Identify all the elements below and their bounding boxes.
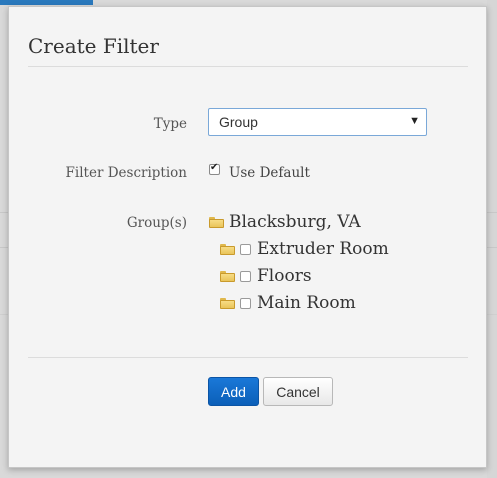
- chevron-down-icon: ▼: [409, 115, 420, 127]
- tree-root-label[interactable]: Blacksburg, VA: [229, 212, 361, 232]
- dialog-title: Create Filter: [28, 34, 159, 58]
- filter-description-label: Filter Description: [65, 165, 187, 181]
- tree-item-label[interactable]: Main Room: [257, 293, 356, 313]
- background-page-edge: [487, 0, 497, 478]
- header-divider: [28, 66, 468, 67]
- tree-item-label[interactable]: Extruder Room: [257, 239, 389, 259]
- folder-icon: [220, 271, 235, 282]
- type-label: Type: [153, 116, 187, 132]
- footer-divider: [28, 357, 468, 358]
- cancel-button[interactable]: Cancel: [263, 377, 333, 406]
- folder-icon: [209, 217, 224, 228]
- tree-item-label[interactable]: Floors: [257, 266, 312, 286]
- type-select-value: Group: [219, 114, 258, 130]
- create-filter-dialog: Create Filter Type Group ▼ Filter Descri…: [8, 6, 487, 468]
- folder-icon: [220, 298, 235, 309]
- groups-label: Group(s): [126, 215, 187, 231]
- use-default-label[interactable]: Use Default: [229, 165, 310, 181]
- folder-icon: [220, 244, 235, 255]
- group-checkbox-floors[interactable]: [240, 271, 251, 282]
- group-checkbox-main-room[interactable]: [240, 298, 251, 309]
- type-select[interactable]: Group ▼: [208, 108, 427, 136]
- add-button[interactable]: Add: [208, 377, 259, 406]
- background-header-accent: [0, 0, 93, 5]
- group-checkbox-extruder-room[interactable]: [240, 244, 251, 255]
- use-default-checkbox[interactable]: [209, 162, 220, 175]
